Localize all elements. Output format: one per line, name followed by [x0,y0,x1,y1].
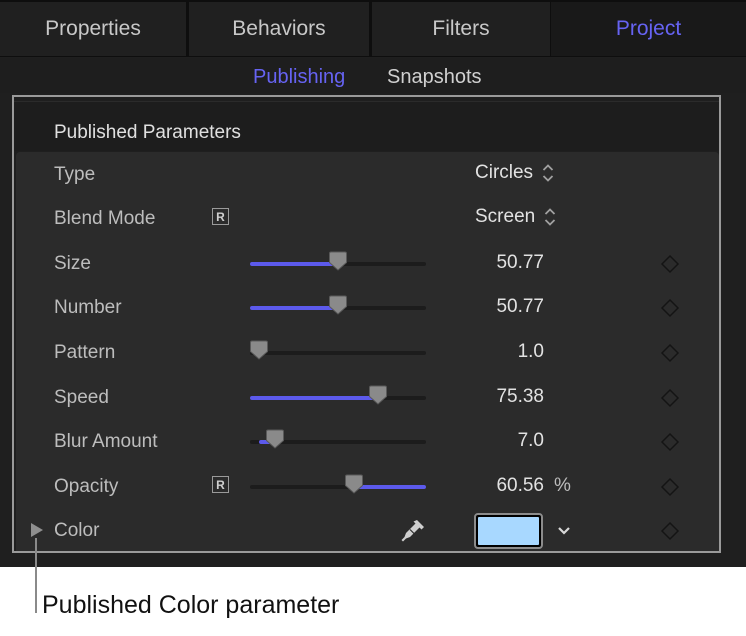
keyframe-diamond-icon[interactable] [660,343,680,363]
up-down-arrows-icon [542,163,554,183]
speed-value-field[interactable]: 75.38 [496,386,544,408]
highlight-frame: Published Parameters Type Circles Blend … [12,95,721,553]
color-swatch [478,517,539,545]
slider-thumb[interactable] [368,385,387,405]
slider-thumb[interactable] [329,251,347,271]
opacity-unit: % [554,475,571,496]
color-well[interactable] [474,513,543,549]
param-row-opacity: Opacity R 60.56 % [16,464,719,508]
chevron-down-icon[interactable] [557,523,571,537]
keyframe-diamond-icon[interactable] [660,388,680,408]
opacity-slider[interactable] [250,474,426,494]
slider-fill [250,306,338,310]
subtab-publishing[interactable]: Publishing [253,66,345,89]
inspector-tab-bar: Properties Behaviors Filters Project [0,0,746,57]
callout-label: Published Color parameter [42,591,340,619]
number-slider[interactable] [250,295,426,315]
tab-filters[interactable]: Filters [372,2,550,56]
keyframe-diamond-icon[interactable] [660,477,680,497]
tab-project[interactable]: Project [551,2,746,56]
keyframe-diamond-icon[interactable] [660,521,680,541]
rig-badge-icon: R [212,208,229,225]
popup-value: Circles [475,162,534,183]
popup-value: Screen [475,206,536,227]
sub-tab-bar: Publishing Snapshots [0,58,746,93]
slider-fill [353,485,426,489]
param-row-speed: Speed 75.38 [16,375,719,419]
inspector-panel: Properties Behaviors Filters Project Pub… [0,0,746,567]
type-popup-menu[interactable]: Circles [475,162,554,184]
callout-leader-line [35,538,37,613]
slider-thumb[interactable] [250,340,268,360]
slider-thumb[interactable] [265,429,284,449]
tab-behaviors[interactable]: Behaviors [189,2,369,56]
disclosure-triangle-icon[interactable] [30,522,44,538]
number-value-field[interactable]: 50.77 [496,296,544,318]
keyframe-diamond-icon[interactable] [660,298,680,318]
param-label: Speed [54,387,109,408]
size-value-field[interactable]: 50.77 [496,252,544,274]
slider-thumb[interactable] [344,474,363,494]
section-title: Published Parameters [54,122,241,143]
keyframe-diamond-icon[interactable] [660,254,680,274]
parameters-list: Type Circles Blend Mode R Screen Size 50… [16,152,719,551]
param-label: Color [54,520,100,541]
size-slider[interactable] [250,251,426,271]
slider-thumb[interactable] [329,295,347,315]
param-label: Type [54,164,96,185]
opacity-value-field[interactable]: 60.56 [496,475,544,497]
param-row-blend-mode: Blend Mode R Screen [16,196,719,240]
param-row-type: Type Circles [16,152,719,196]
param-row-pattern: Pattern 1.0 [16,330,719,374]
tab-properties[interactable]: Properties [0,2,186,56]
param-row-number: Number 50.77 [16,285,719,329]
param-label: Size [54,253,91,274]
pattern-value-field[interactable]: 1.0 [518,341,544,363]
param-label: Blend Mode [54,208,156,229]
rig-badge-icon: R [212,476,229,493]
param-row-size: Size 50.77 [16,241,719,285]
slider-fill [250,396,378,400]
param-row-blur-amount: Blur Amount 7.0 [16,419,719,463]
param-label: Number [54,297,122,318]
published-parameters-header[interactable]: Published Parameters [14,101,719,151]
param-label: Blur Amount [54,431,158,452]
param-label: Pattern [54,342,116,363]
keyframe-diamond-icon[interactable] [660,432,680,452]
eyedropper-icon[interactable] [399,517,427,545]
speed-slider[interactable] [250,385,426,405]
up-down-arrows-icon [544,207,556,227]
pattern-slider[interactable] [250,340,426,360]
blend-mode-popup-menu[interactable]: Screen [475,206,556,228]
subtab-snapshots[interactable]: Snapshots [387,66,482,89]
param-row-color: Color [16,508,719,552]
param-label: Opacity [54,476,119,497]
blur-amount-slider[interactable] [250,429,426,449]
blur-amount-value-field[interactable]: 7.0 [518,430,544,452]
slider-fill [250,262,338,266]
